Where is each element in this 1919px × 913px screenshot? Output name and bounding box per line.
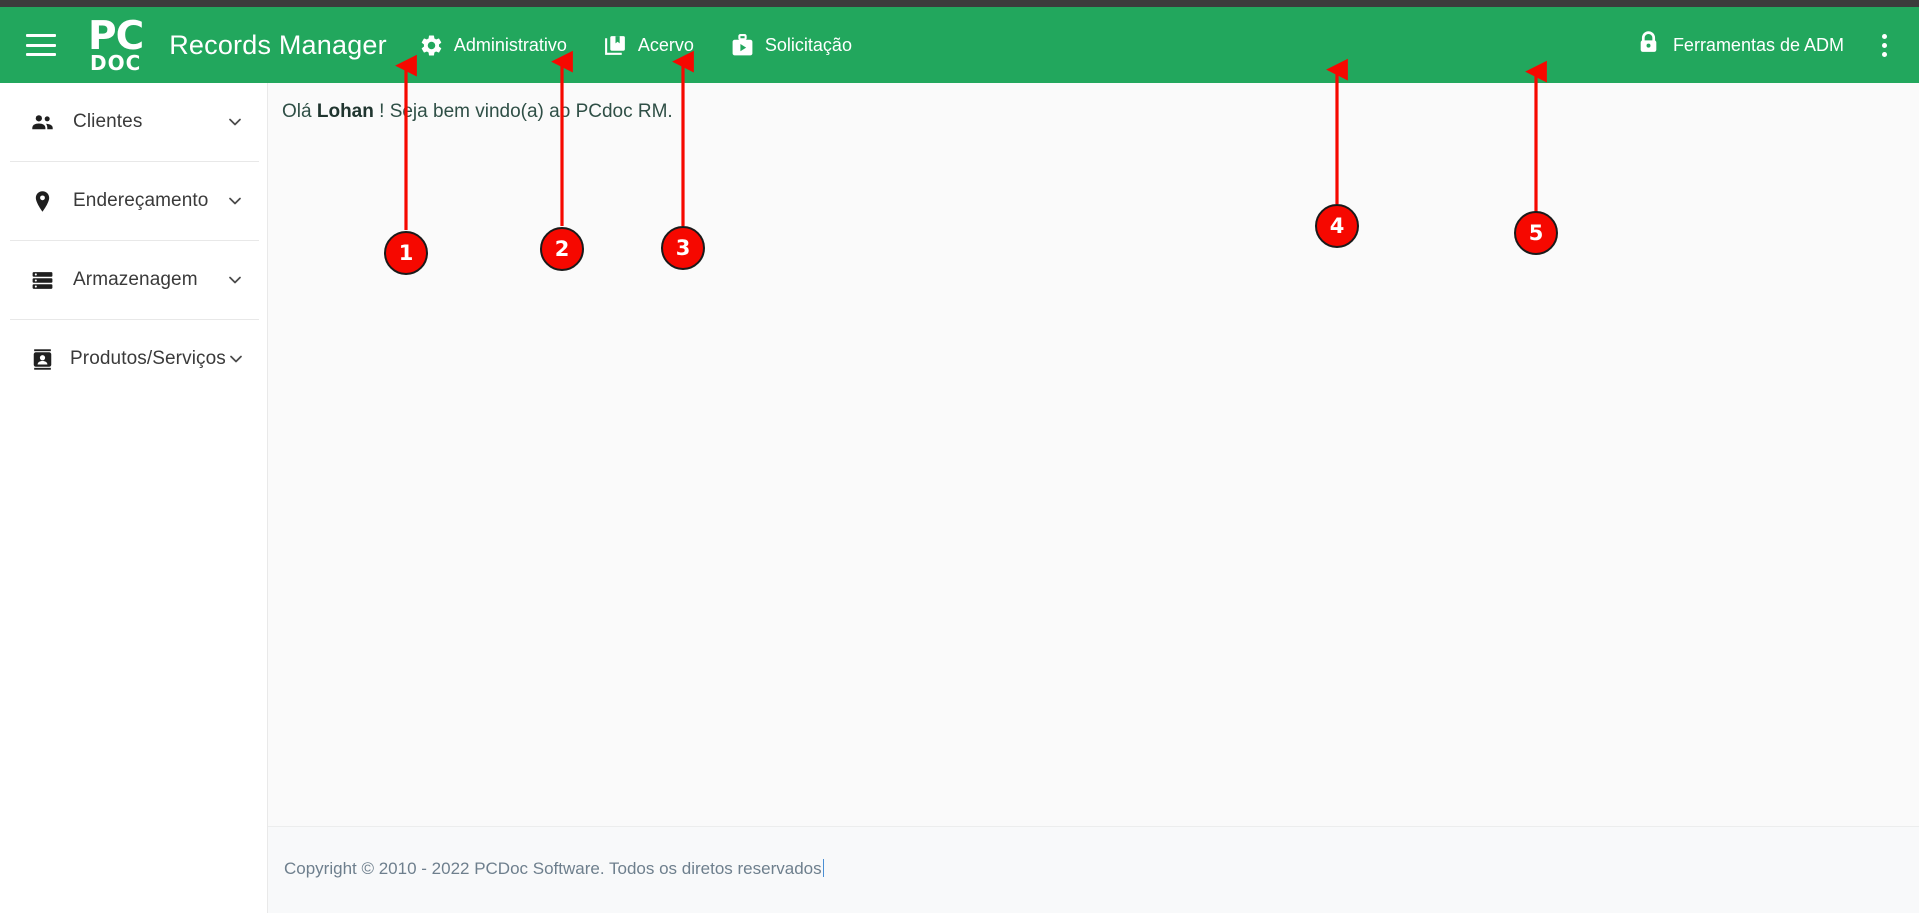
briefcase-play-icon: [730, 33, 755, 58]
chevron-down-icon[interactable]: [225, 270, 245, 290]
application-window: PC DOC Records Manager Administrativo Ac…: [0, 0, 1919, 913]
footer-sidebar-gutter: [0, 826, 268, 913]
hamburger-icon[interactable]: [26, 34, 56, 56]
ferramentas-de-adm-button[interactable]: Ferramentas de ADM: [1636, 30, 1844, 60]
nav-item-solicitacao-label: Solicitação: [764, 34, 852, 55]
nav-item-solicitacao[interactable]: Solicitação: [730, 33, 852, 58]
logo-text-doc: DOC: [89, 51, 142, 75]
ferramentas-de-adm-label: Ferramentas de ADM: [1672, 34, 1844, 55]
gear-icon: [419, 33, 444, 58]
sidebar-item-armazenagem[interactable]: Armazenagem: [0, 241, 267, 319]
collection-book-icon: [603, 33, 628, 58]
sidebar-item-enderecamento[interactable]: Endereçamento: [0, 162, 267, 240]
chevron-down-icon[interactable]: [225, 112, 245, 132]
location-pin-icon: [30, 189, 58, 214]
people-icon: [30, 110, 58, 135]
app-footer: Copyright © 2010 - 2022 PCDoc Software. …: [268, 826, 1919, 913]
chevron-down-icon[interactable]: [225, 191, 245, 211]
nav-item-acervo-label: Acervo: [637, 34, 694, 55]
welcome-suffix: ! Seja bem vindo(a) ao PCdoc RM.: [373, 101, 673, 122]
sidebar-item-clientes[interactable]: Clientes: [0, 83, 267, 161]
app-logo[interactable]: PC DOC: [88, 17, 144, 75]
main-content: Olá Lohan ! Seja bem vindo(a) ao PCdoc R…: [268, 83, 1919, 826]
welcome-username: Lohan: [316, 101, 374, 122]
welcome-prefix: Olá: [282, 101, 317, 122]
primary-nav: Administrativo Acervo Solicitação: [419, 33, 852, 58]
sidebar-item-produtos-servicos-label: Produtos/Serviços: [70, 348, 226, 369]
lock-icon: [1636, 30, 1661, 60]
sidebar-item-clientes-label: Clientes: [73, 111, 143, 132]
chevron-down-icon[interactable]: [226, 349, 246, 369]
welcome-message: Olá Lohan ! Seja bem vindo(a) ao PCdoc R…: [282, 101, 673, 123]
kebab-menu-icon[interactable]: [1874, 28, 1895, 63]
contact-card-icon: [30, 347, 55, 372]
nav-item-administrativo-label: Administrativo: [453, 34, 567, 55]
page-title: Records Manager: [169, 29, 387, 60]
header-right-group: Ferramentas de ADM: [1636, 28, 1895, 63]
sidebar-item-enderecamento-label: Endereçamento: [73, 190, 209, 211]
storage-icon: [30, 268, 58, 293]
footer-copyright-label: Copyright © 2010 - 2022 PCDoc Software. …: [284, 859, 822, 878]
browser-top-strip: [0, 0, 1919, 7]
text-caret: [822, 859, 824, 877]
sidebar: Clientes Endereçamento Armazenagem Produ…: [0, 83, 268, 913]
app-header: PC DOC Records Manager Administrativo Ac…: [0, 7, 1919, 83]
nav-item-acervo[interactable]: Acervo: [603, 33, 694, 58]
sidebar-item-produtos-servicos[interactable]: Produtos/Serviços: [0, 320, 267, 398]
sidebar-item-armazenagem-label: Armazenagem: [73, 269, 198, 290]
nav-item-administrativo[interactable]: Administrativo: [419, 33, 567, 58]
footer-copyright: Copyright © 2010 - 2022 PCDoc Software. …: [284, 859, 824, 879]
